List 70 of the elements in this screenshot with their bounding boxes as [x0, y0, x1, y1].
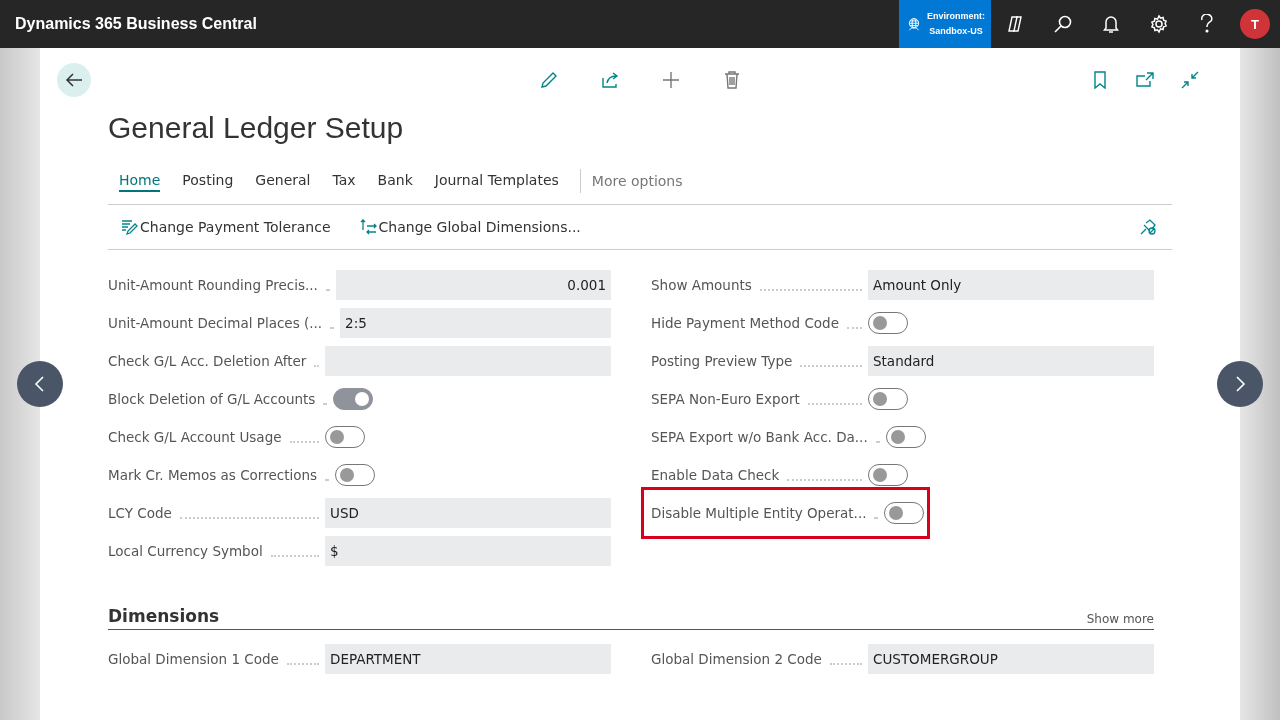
toggle-switch[interactable] [333, 388, 374, 410]
chevron-right-icon [1233, 375, 1247, 393]
field-label: Disable Multiple Entity Operat... [651, 505, 867, 521]
field-label: Check G/L Account Usage [108, 429, 282, 445]
input-field[interactable]: 0.001 [335, 270, 611, 300]
bookmark-icon[interactable] [1093, 71, 1107, 89]
field-label: Posting Preview Type [651, 353, 793, 369]
tab[interactable]: General [255, 169, 311, 192]
arrows-icon [358, 218, 377, 236]
input-field[interactable]: Amount Only [868, 270, 1154, 300]
toggle-switch[interactable] [868, 388, 908, 410]
input-field[interactable]: USD [325, 498, 611, 528]
input-field[interactable]: 2:5 [340, 308, 611, 338]
open-in-new-window-icon[interactable] [1135, 71, 1155, 89]
tab[interactable]: Posting [182, 169, 234, 192]
help-icon[interactable] [1200, 14, 1214, 34]
pencil-list-icon [120, 218, 138, 236]
field-label: LCY Code [108, 505, 172, 521]
field-label: Unit-Amount Decimal Places (... [108, 315, 323, 331]
app-title: Dynamics 365 Business Central [15, 15, 258, 33]
arrow-left-icon [65, 72, 83, 88]
field-label: SEPA Export w/o Bank Acc. Da... [651, 429, 868, 445]
pencil-icon[interactable] [538, 70, 559, 90]
field-label: SEPA Non-Euro Export [651, 391, 800, 407]
field-label: Unit-Amount Rounding Precis... [108, 277, 318, 293]
toggle-switch[interactable] [868, 464, 908, 486]
tab[interactable]: Home [119, 169, 161, 192]
field-label: Check G/L Acc. Deletion After [108, 353, 307, 369]
tab[interactable]: Tax [332, 169, 356, 192]
settings-icon[interactable] [1149, 14, 1169, 34]
field-label: Hide Payment Method Code [651, 315, 839, 331]
unpin-icon[interactable] [1139, 218, 1157, 236]
tab[interactable]: Bank [377, 169, 413, 192]
more-options-tab[interactable]: More options [591, 172, 683, 189]
show-more-link[interactable]: Show more [1086, 612, 1154, 626]
chevron-left-icon [33, 375, 47, 393]
back-button[interactable] [57, 63, 91, 97]
field-label: Show Amounts [651, 277, 752, 293]
share-icon[interactable] [599, 70, 620, 90]
page-title: General Ledger Setup [108, 110, 405, 146]
next-button[interactable] [1217, 361, 1263, 407]
field-label: Global Dimension 1 Code [108, 651, 279, 667]
field-label: Enable Data Check [651, 467, 780, 483]
environment-button[interactable]: Environment: Sandbox-US [899, 0, 991, 48]
field-label: Global Dimension 2 Code [651, 651, 822, 667]
field-label: Mark Cr. Memos as Corrections [108, 467, 318, 483]
trash-icon[interactable] [722, 70, 741, 90]
bell-icon[interactable] [1102, 14, 1120, 34]
collapse-icon[interactable] [1181, 71, 1199, 89]
input-field[interactable]: CUSTOMERGROUP [868, 644, 1154, 674]
previous-button[interactable] [17, 361, 63, 407]
globe-icon [907, 15, 921, 33]
tab[interactable]: Journal Templates [434, 169, 559, 192]
action-button[interactable]: Change Payment Tolerance [120, 218, 331, 236]
user-avatar[interactable]: T [1240, 9, 1270, 39]
field-label: Local Currency Symbol [108, 543, 263, 559]
input-field[interactable]: Standard [868, 346, 1154, 376]
toggle-switch[interactable] [868, 312, 908, 334]
input-field[interactable]: $ [325, 536, 611, 566]
plus-icon[interactable] [660, 70, 681, 90]
action-button[interactable]: Change Global Dimensions... [358, 218, 581, 236]
copilot-icon[interactable] [1005, 14, 1025, 34]
input-field[interactable]: DEPARTMENT [325, 644, 611, 674]
toggle-switch[interactable] [335, 464, 376, 486]
toggle-switch[interactable] [325, 426, 365, 448]
field-label: Block Deletion of G/L Accounts [108, 391, 316, 407]
section-title: Dimensions [108, 606, 220, 626]
toggle-switch[interactable] [884, 502, 925, 524]
toggle-switch[interactable] [885, 426, 926, 448]
search-icon[interactable] [1053, 14, 1073, 34]
